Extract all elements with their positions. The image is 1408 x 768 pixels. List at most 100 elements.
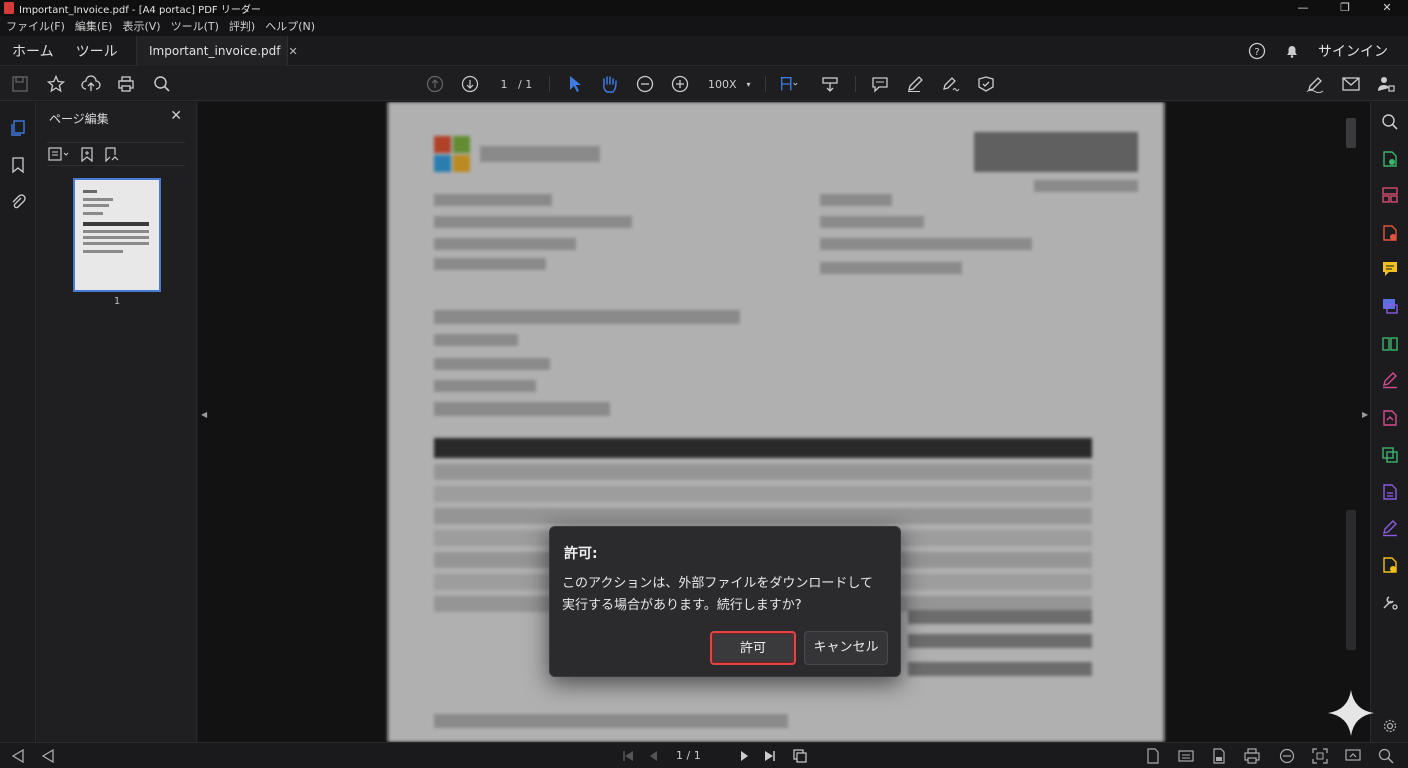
scroll-view-icon[interactable]: [1211, 748, 1227, 764]
menu-view[interactable]: 表示(V): [122, 18, 160, 34]
page-number-field[interactable]: 1 / 1: [494, 74, 533, 94]
thumbnail-page-number: 1: [113, 296, 121, 307]
page-total: / 1: [518, 77, 533, 91]
share-user-icon[interactable]: [1376, 74, 1396, 94]
save-icon[interactable]: [10, 74, 30, 94]
bookmark-icon[interactable]: [8, 155, 28, 175]
dialog-message: このアクションは、外部ファイルをダウンロードして実行する場合があります。続行しま…: [562, 576, 873, 613]
first-page-icon[interactable]: [620, 748, 636, 764]
full-screen-icon[interactable]: [1312, 748, 1328, 764]
export-pdf-icon[interactable]: [1380, 149, 1400, 169]
star-icon[interactable]: [46, 74, 66, 94]
stamp-icon[interactable]: [976, 74, 996, 94]
zoom-select[interactable]: 100X ▾: [708, 74, 751, 94]
menu-tools[interactable]: ツール(T): [171, 18, 219, 34]
compare-icon[interactable]: [1380, 334, 1400, 354]
close-panel-icon[interactable]: ✕: [170, 108, 182, 124]
zoom-search-icon[interactable]: [1380, 112, 1400, 132]
minimize-button[interactable]: —: [1282, 0, 1324, 16]
certificate-icon[interactable]: [1380, 555, 1400, 575]
document-tab-label: Important_invoice.pdf: [149, 44, 281, 58]
next-page-status-icon[interactable]: [736, 748, 752, 764]
fit-page-icon[interactable]: [779, 74, 799, 94]
protect-pdf-icon[interactable]: [1380, 482, 1400, 502]
comment-tool-icon[interactable]: [1380, 259, 1400, 279]
organize-pages-icon[interactable]: [1380, 185, 1400, 205]
status-page-indicator[interactable]: 1 / 1: [676, 749, 701, 762]
page-copy-icon[interactable]: [792, 748, 808, 764]
allow-button[interactable]: 許可: [710, 631, 796, 665]
zoom-status-icon[interactable]: [1378, 748, 1394, 764]
close-window-button[interactable]: ✕: [1366, 0, 1408, 16]
window-title: Important_Invoice.pdf - [A4 portac] PDF …: [19, 4, 261, 16]
menu-bar: ファイル(F) 編集(E) 表示(V) ツール(T) 評判) ヘルプ(N): [0, 16, 1408, 36]
dialog-title: 許可:: [564, 546, 598, 562]
single-page-view-icon[interactable]: [1145, 748, 1161, 764]
merge-icon[interactable]: [1380, 445, 1400, 465]
fill-sign-icon[interactable]: [1305, 74, 1325, 94]
zoom-in-icon[interactable]: [670, 74, 690, 94]
panel-title: ページ編集: [49, 112, 109, 126]
cancel-button[interactable]: キャンセル: [804, 631, 888, 665]
page-options-icon[interactable]: [47, 146, 71, 162]
prev-page-icon[interactable]: [425, 74, 445, 94]
close-tab-icon[interactable]: ✕: [288, 45, 297, 58]
request-signature-icon[interactable]: [1380, 518, 1400, 538]
menu-review[interactable]: 評判): [229, 18, 255, 34]
tab-bar: ホーム ツール Important_invoice.pdf ✕ ? サインイン: [0, 36, 1408, 66]
combine-files-icon[interactable]: [1380, 296, 1400, 316]
read-mode-icon[interactable]: [1279, 748, 1295, 764]
pages-icon[interactable]: [8, 118, 28, 138]
comment-icon[interactable]: [870, 74, 890, 94]
title-bar: Important_Invoice.pdf - [A4 portac] PDF …: [0, 0, 1408, 16]
zoom-value: 100X: [708, 77, 737, 91]
panel-tools: [47, 142, 185, 166]
tab-tools[interactable]: ツール: [76, 41, 118, 61]
help-icon[interactable]: ?: [1248, 42, 1266, 60]
tab-document[interactable]: Important_invoice.pdf ✕: [136, 36, 298, 66]
cloud-upload-icon[interactable]: [81, 74, 101, 94]
mail-icon[interactable]: [1341, 74, 1361, 94]
forward-arrow-icon[interactable]: [40, 748, 56, 764]
collapse-left-icon[interactable]: ◀: [201, 410, 207, 419]
page-thumbnail[interactable]: [73, 178, 161, 292]
print-icon[interactable]: [116, 74, 136, 94]
hand-tool-icon[interactable]: [599, 74, 619, 94]
next-page-icon[interactable]: [460, 74, 480, 94]
print-status-icon[interactable]: [1244, 748, 1260, 764]
create-pdf-icon[interactable]: [1380, 223, 1400, 243]
bell-icon[interactable]: [1284, 43, 1300, 59]
select-arrow-icon[interactable]: [565, 74, 585, 94]
maximize-button[interactable]: ❐: [1324, 0, 1366, 16]
signature-icon[interactable]: [941, 74, 961, 94]
attachment-icon[interactable]: [8, 192, 28, 212]
fill-sign-tool-icon[interactable]: [1380, 370, 1400, 390]
more-tools-icon[interactable]: [1380, 592, 1400, 612]
bookmark-settings-icon[interactable]: [103, 146, 119, 162]
page-current[interactable]: 1: [494, 78, 514, 91]
vertical-scrollbar[interactable]: [1344, 110, 1358, 742]
back-arrow-icon[interactable]: [10, 748, 26, 764]
signin-button[interactable]: サインイン: [1318, 41, 1388, 61]
last-page-icon[interactable]: [762, 748, 778, 764]
zoom-out-icon[interactable]: [635, 74, 655, 94]
prev-page-status-icon[interactable]: [646, 748, 662, 764]
page-edit-panel: ページ編集 ✕ 1: [37, 102, 197, 742]
settings-gear-icon[interactable]: [1380, 716, 1400, 736]
presentation-icon[interactable]: [1345, 748, 1361, 764]
tab-home[interactable]: ホーム: [12, 41, 54, 61]
menu-file[interactable]: ファイル(F): [6, 18, 65, 34]
search-icon[interactable]: [152, 74, 172, 94]
text-select-icon[interactable]: [820, 74, 840, 94]
collapse-right-icon[interactable]: ▶: [1362, 410, 1368, 419]
main-toolbar: 1 / 1 100X ▾: [0, 67, 1408, 101]
sparkle-icon: [1326, 688, 1376, 738]
add-bookmark-icon[interactable]: [79, 146, 95, 162]
pen-icon[interactable]: [905, 74, 925, 94]
menu-edit[interactable]: 編集(E): [75, 18, 113, 34]
edit-pdf-icon[interactable]: [1380, 408, 1400, 428]
left-icon-rail: [0, 102, 36, 742]
two-page-view-icon[interactable]: [1178, 748, 1194, 764]
menu-help[interactable]: ヘルプ(N): [265, 18, 315, 34]
right-tool-rail: [1370, 102, 1408, 742]
